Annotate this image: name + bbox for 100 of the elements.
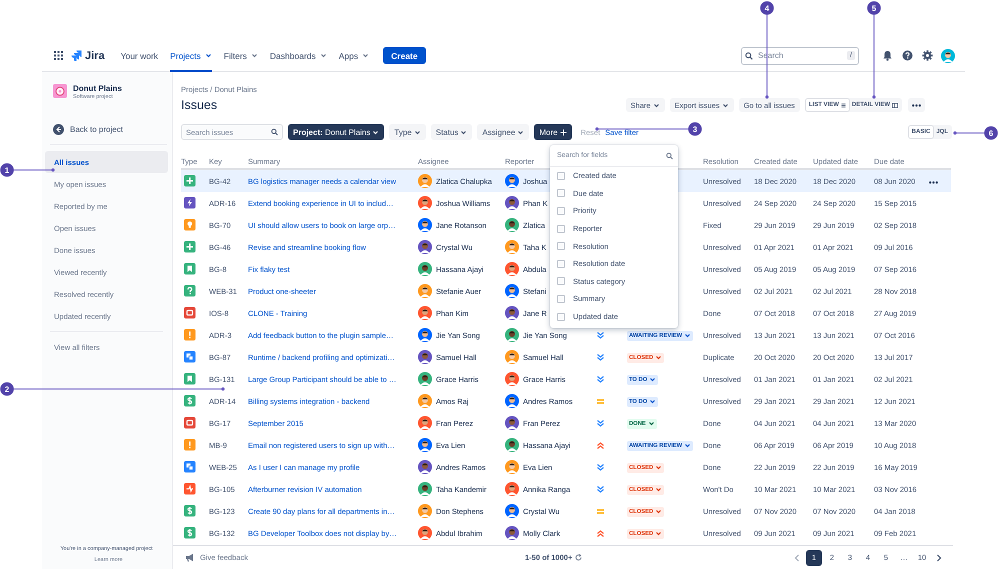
checkbox[interactable] <box>557 189 565 198</box>
squares-icon <box>184 461 196 473</box>
filter-button[interactable]: Type <box>389 124 426 140</box>
more-button[interactable] <box>908 98 925 112</box>
dollar-icon <box>184 527 196 539</box>
avatar <box>418 372 432 386</box>
search-icon <box>666 152 673 159</box>
megaphone-icon <box>185 553 195 562</box>
filter-button[interactable]: More <box>534 124 572 140</box>
chevron-left-icon[interactable] <box>794 554 800 562</box>
avatar <box>418 394 432 408</box>
avatar <box>418 482 432 496</box>
nav-menu-item[interactable]: Dashboards <box>270 40 327 72</box>
chevron-down-icon <box>655 464 662 471</box>
user-avatar[interactable] <box>941 48 955 62</box>
nav-menu-item[interactable]: Your work <box>120 40 158 72</box>
avatar <box>418 284 432 298</box>
question-icon <box>184 285 196 297</box>
avatar <box>505 262 519 276</box>
jira-mark-icon <box>71 50 82 61</box>
nav-menu-item[interactable]: Projects <box>170 40 212 72</box>
avatar <box>505 394 519 408</box>
plus-icon <box>560 128 567 136</box>
chevron-down-icon <box>649 376 656 383</box>
app-grid-icon[interactable] <box>54 51 63 60</box>
more-icon[interactable] <box>929 180 938 184</box>
list-icon <box>840 102 846 108</box>
avatar <box>418 262 432 276</box>
search-icon <box>745 52 753 60</box>
back-label: Back to project <box>70 124 123 134</box>
page-title: Issues <box>181 98 218 112</box>
avatar <box>418 350 432 364</box>
chevron-down-icon <box>655 508 662 515</box>
avatar <box>505 372 519 386</box>
chevron-down-icon <box>655 530 662 537</box>
plus-icon <box>184 175 196 187</box>
chevron-down-icon <box>655 486 662 493</box>
chevron-down-icon <box>655 354 662 361</box>
avatar <box>505 306 519 320</box>
bookmark-icon <box>184 373 196 385</box>
filter-button[interactable]: Assignee <box>477 124 530 140</box>
checkbox[interactable] <box>557 172 565 180</box>
chevron-down-icon <box>684 442 692 449</box>
avatar <box>505 196 519 210</box>
checkbox[interactable] <box>557 206 565 215</box>
lightning-icon <box>184 197 196 209</box>
filter-button[interactable]: Status <box>430 124 472 140</box>
chevron-down-icon <box>414 128 421 136</box>
checkbox[interactable] <box>557 294 565 303</box>
avatar <box>505 240 519 254</box>
back-button[interactable]: Back to project <box>45 122 172 136</box>
avatar <box>505 218 519 232</box>
pulse-icon <box>184 483 196 495</box>
avatar <box>418 438 432 452</box>
avatar <box>418 460 432 474</box>
chevron-right-icon[interactable] <box>936 554 942 562</box>
nav-menu-item[interactable]: Apps <box>338 40 370 72</box>
squares-icon <box>184 351 196 363</box>
avatar <box>505 416 519 430</box>
filter-button[interactable]: Project: Donut Plains <box>288 124 384 140</box>
create-button[interactable]: Create <box>383 47 426 64</box>
chevron-down-icon <box>648 420 655 427</box>
avatar <box>505 350 519 364</box>
checkbox[interactable] <box>557 242 565 250</box>
avatar <box>505 526 519 540</box>
chevron-down-icon <box>684 332 692 339</box>
avatar <box>505 438 519 452</box>
dollar-icon <box>184 505 196 517</box>
back-arrow-icon <box>53 124 64 134</box>
nav-menu-item[interactable]: Filters <box>224 40 258 72</box>
avatar <box>418 174 432 188</box>
avatar <box>418 218 432 232</box>
avatar <box>505 460 519 474</box>
chevron-down-icon <box>649 398 656 405</box>
avatar <box>505 284 519 298</box>
checkbox[interactable] <box>557 312 565 321</box>
settings-icon[interactable] <box>922 50 933 61</box>
refresh-icon[interactable] <box>575 554 582 561</box>
chevron-down-icon <box>372 128 380 136</box>
avatar <box>418 526 432 540</box>
avatar <box>418 196 432 210</box>
more-icon <box>912 104 921 106</box>
checkbox[interactable] <box>557 224 565 233</box>
chevron-down-icon <box>460 128 468 136</box>
checkbox[interactable] <box>557 260 565 268</box>
avatar <box>505 482 519 496</box>
search-icon <box>271 128 278 136</box>
avatar <box>418 328 432 342</box>
lightbulb-icon <box>184 219 196 231</box>
donut-project-icon <box>53 84 67 98</box>
bell-icon[interactable] <box>882 50 893 61</box>
avatar <box>505 174 519 188</box>
help-icon[interactable] <box>902 50 913 61</box>
checkbox[interactable] <box>557 277 565 286</box>
avatar <box>505 328 519 342</box>
avatar <box>418 240 432 254</box>
avatar <box>418 306 432 320</box>
project-name: Donut Plains <box>73 84 122 93</box>
exclamation-icon <box>184 329 196 341</box>
jira-logo[interactable]: Jira <box>71 50 105 62</box>
